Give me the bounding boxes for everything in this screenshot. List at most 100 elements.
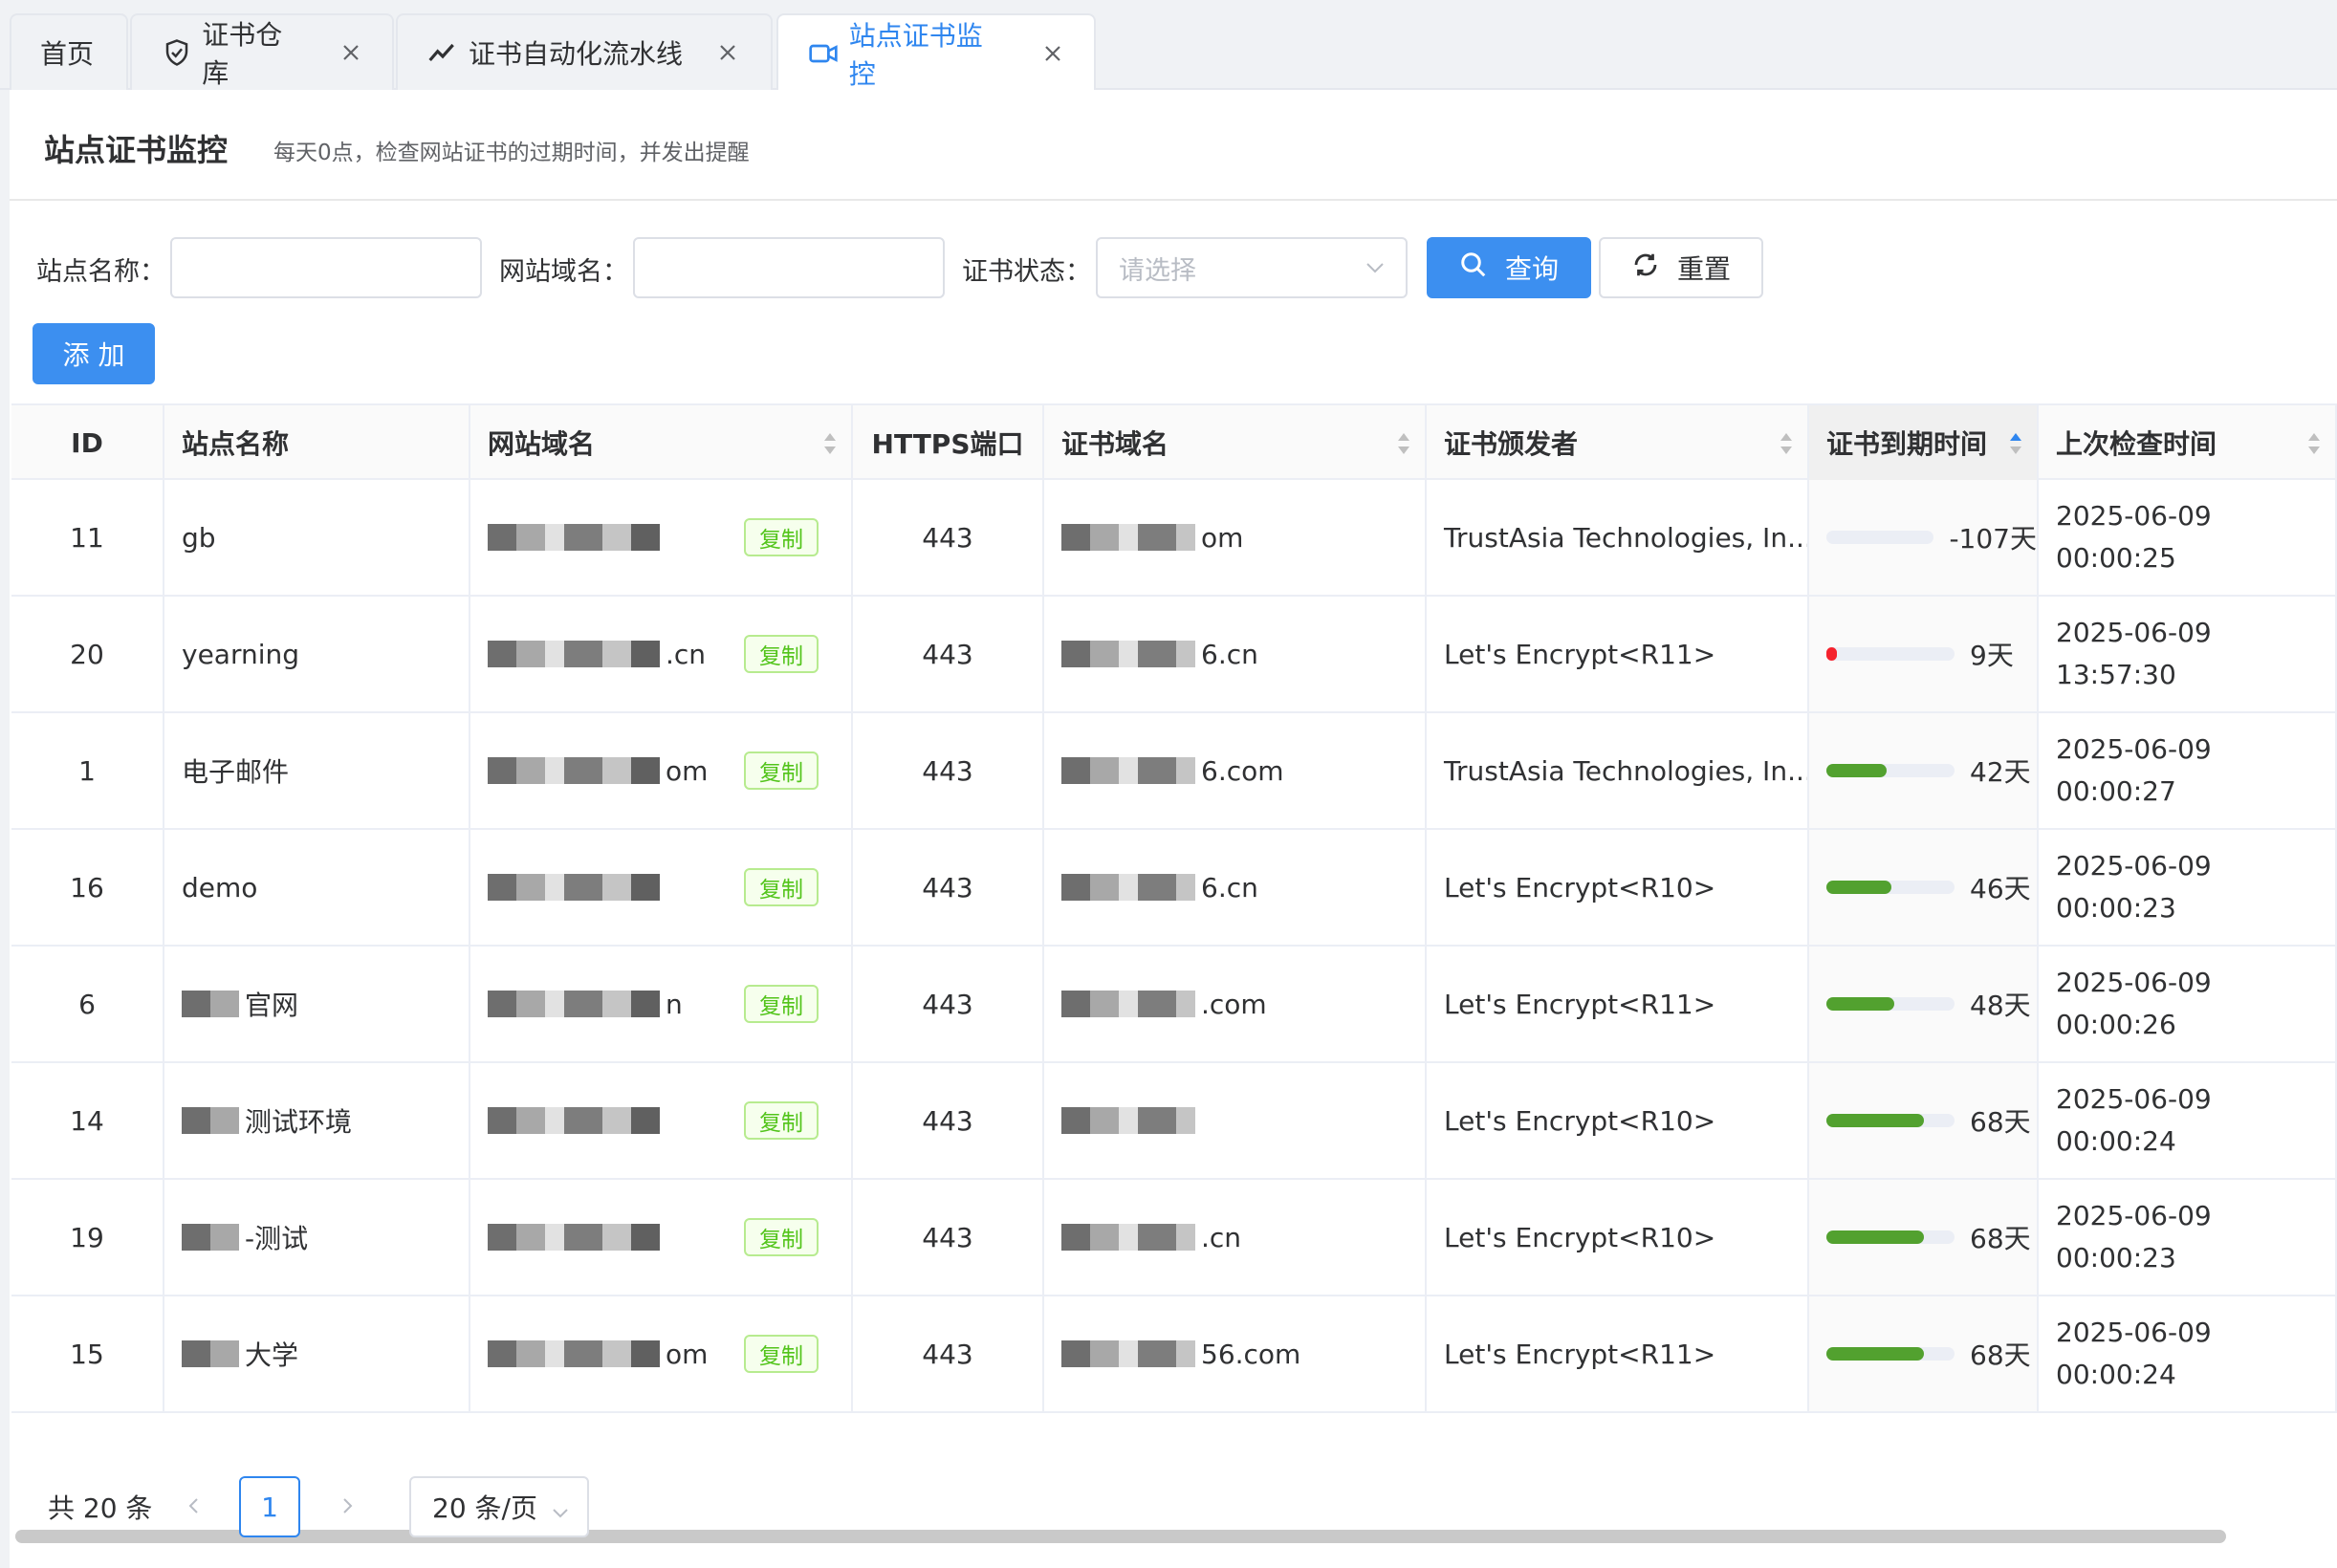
cell-expiry: 9天: [1809, 597, 2039, 711]
cell-domain: 复制: [470, 1180, 853, 1295]
check-time: 00:00:23: [2056, 1242, 2176, 1274]
copy-button[interactable]: 复制: [744, 1218, 819, 1256]
cell-site-name: -测试: [164, 1180, 470, 1295]
reset-button[interactable]: 重置: [1599, 237, 1763, 298]
th-last-check[interactable]: 上次检查时间: [2039, 405, 2337, 480]
check-time: 00:00:26: [2056, 1009, 2176, 1040]
cell-id: 11: [11, 480, 164, 595]
cell-cert-domain: om: [1044, 480, 1427, 595]
sort-ascending-icon: [2010, 433, 2021, 454]
expiry-progress-fill: [1826, 1230, 1924, 1244]
th-https-port: HTTPS端口: [853, 405, 1044, 480]
next-page-icon[interactable]: [333, 1492, 361, 1520]
cell-port: 443: [853, 1296, 1044, 1411]
cell-id: 20: [11, 597, 164, 711]
check-time: 00:00:27: [2056, 775, 2176, 807]
site-name-text: -测试: [245, 1223, 309, 1254]
page-description: 每天0点，检查网站证书的过期时间，并发出提醒: [273, 141, 750, 165]
th-site-name: 站点名称: [164, 405, 470, 480]
masked-text: [1061, 1340, 1195, 1367]
masked-text: [182, 1340, 239, 1367]
site-name-text: 电子邮件: [182, 756, 290, 788]
cell-id: 15: [11, 1296, 164, 1411]
domain-suffix-text: om: [666, 1338, 709, 1370]
tab-home-label: 首页: [40, 38, 95, 70]
cert-status-select[interactable]: 请选择: [1096, 237, 1408, 298]
cell-domain: 复制: [470, 1063, 853, 1178]
th-cert-domain[interactable]: 证书域名: [1044, 405, 1427, 480]
site-name-input[interactable]: [170, 237, 482, 298]
horizontal-scrollbar[interactable]: [15, 1530, 2226, 1543]
copy-button[interactable]: 复制: [744, 1101, 819, 1140]
tab-home[interactable]: 首页: [10, 13, 128, 90]
copy-button[interactable]: 复制: [744, 518, 819, 556]
cell-issuer: Let's Encrypt<R10>: [1427, 830, 1809, 945]
copy-button[interactable]: 复制: [744, 635, 819, 673]
sort-icon: [2308, 433, 2320, 454]
expiry-progress-bar: [1826, 531, 1934, 544]
expiry-progress-fill: [1826, 881, 1892, 894]
cert-domain-suffix-text: om: [1201, 521, 1244, 554]
close-icon[interactable]: [1040, 41, 1065, 66]
add-button[interactable]: 添 加: [33, 323, 155, 384]
cell-site-name: 官网: [164, 947, 470, 1061]
tab-cert-pipeline[interactable]: 证书自动化流水线: [396, 13, 773, 90]
cell-last-check: 2025-06-09 00:00:24: [2039, 1063, 2337, 1178]
expiry-days: 46天: [1970, 873, 2031, 904]
cert-domain-suffix-text: .cn: [1201, 1221, 1242, 1253]
copy-button[interactable]: 复制: [744, 985, 819, 1023]
th-domain[interactable]: 网站域名: [470, 405, 853, 480]
check-date: 2025-06-09: [2056, 967, 2212, 998]
copy-button[interactable]: 复制: [744, 751, 819, 790]
cert-domain-suffix-text: 6.cn: [1201, 638, 1258, 670]
masked-text: [488, 874, 660, 901]
cell-issuer: Let's Encrypt<R10>: [1427, 1180, 1809, 1295]
copy-button[interactable]: 复制: [744, 868, 819, 906]
refresh-icon: [1631, 250, 1677, 286]
search-button[interactable]: 查询: [1427, 237, 1591, 298]
page-size-select[interactable]: 20 条/页: [409, 1476, 589, 1537]
check-date: 2025-06-09: [2056, 733, 2212, 765]
expiry-progress-bar: [1826, 647, 1955, 661]
site-name-text: 大学: [245, 1339, 299, 1371]
expiry-progress-bar: [1826, 1114, 1955, 1127]
check-time: 00:00:23: [2056, 892, 2176, 924]
sort-icon: [824, 433, 836, 454]
masked-text: [1061, 874, 1195, 901]
masked-text: [1061, 524, 1195, 551]
masked-text: [1061, 757, 1195, 784]
cell-expiry: 68天: [1809, 1296, 2039, 1411]
tab-bar: 首页 证书仓库 证书自动化流水线 站点证书监控: [0, 0, 2337, 92]
cell-issuer: TrustAsia Technologies, In...: [1427, 480, 1809, 595]
masked-text: [488, 1340, 660, 1367]
close-icon[interactable]: [715, 40, 740, 65]
chevron-down-icon: [551, 1497, 570, 1529]
cell-domain: 复制: [470, 830, 853, 945]
expiry-progress-fill: [1826, 997, 1895, 1011]
cell-last-check: 2025-06-09 00:00:23: [2039, 830, 2337, 945]
copy-button[interactable]: 复制: [744, 1335, 819, 1373]
cell-issuer: TrustAsia Technologies, In...: [1427, 713, 1809, 828]
tab-site-monitor[interactable]: 站点证书监控: [776, 13, 1096, 92]
check-time: 00:00:25: [2056, 542, 2176, 574]
th-id: ID: [11, 405, 164, 480]
masked-text: [488, 641, 660, 667]
table-row: 6 官网 n 复制 443 .com Let's Encrypt<R11> 48天 2025-0…: [11, 947, 2337, 1063]
page-1-button[interactable]: 1: [239, 1476, 300, 1537]
expiry-progress-fill: [1826, 1347, 1924, 1361]
domain-input[interactable]: [633, 237, 945, 298]
th-expiry-label: 证书到期时间: [1826, 428, 1988, 460]
close-icon[interactable]: [339, 40, 363, 65]
cell-domain: n 复制: [470, 947, 853, 1061]
page-size-label: 20 条/页: [432, 1492, 537, 1524]
tab-cert-repo[interactable]: 证书仓库: [130, 13, 394, 90]
check-date: 2025-06-09: [2056, 850, 2212, 882]
prev-page-icon[interactable]: [180, 1492, 208, 1520]
cell-last-check: 2025-06-09 00:00:27: [2039, 713, 2337, 828]
th-issuer[interactable]: 证书颁发者: [1427, 405, 1809, 480]
masked-text: [182, 991, 239, 1017]
cell-last-check: 2025-06-09 00:00:26: [2039, 947, 2337, 1061]
reset-button-label: 重置: [1676, 253, 1731, 285]
th-expiry[interactable]: 证书到期时间: [1809, 405, 2039, 480]
cert-domain-suffix-text: .com: [1201, 988, 1267, 1020]
